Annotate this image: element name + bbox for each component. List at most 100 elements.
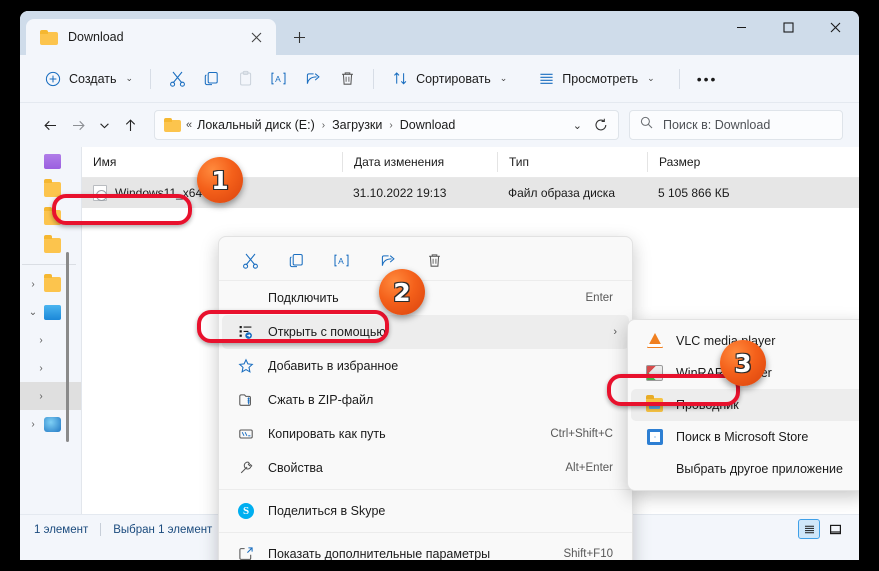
sidebar-item-network[interactable]: ›: [20, 410, 82, 438]
cut-icon[interactable]: [237, 248, 263, 274]
submenu-item-label: Выбрать другое приложение: [676, 462, 843, 476]
sidebar-item-this-pc[interactable]: ⌄: [20, 298, 82, 326]
menu-item-share-skype[interactable]: S Поделиться в Skype: [222, 494, 629, 528]
step-badge-3: 3: [720, 340, 766, 386]
menu-item-properties[interactable]: Свойства Alt+Enter: [222, 451, 629, 485]
close-button[interactable]: [812, 11, 859, 44]
submenu-item-choose-another-app[interactable]: Выбрать другое приложение: [631, 453, 859, 485]
recent-locations-button[interactable]: [92, 111, 116, 139]
file-type-cell: Файл образа диска: [508, 186, 615, 200]
menu-item-label: Открыть с помощью: [268, 325, 386, 339]
toolbar-divider-2: [373, 68, 375, 89]
sidebar-item-folder-3[interactable]: [20, 231, 82, 259]
column-header-date[interactable]: Дата изменения: [342, 152, 497, 172]
view-button[interactable]: Просмотреть ⌄: [529, 63, 662, 95]
sort-button-label: Сортировать: [416, 71, 491, 86]
address-bar: « Локальный диск (E:) › Загрузки › Downl…: [20, 103, 859, 147]
folder-icon: [44, 178, 61, 197]
sidebar-scrollbar[interactable]: [66, 252, 69, 442]
breadcrumb-overflow[interactable]: «: [186, 119, 192, 131]
sidebar-item-drive-1[interactable]: ›: [20, 326, 82, 354]
sidebar-item-folder-2[interactable]: [20, 203, 82, 231]
sidebar-item-folder-1[interactable]: [20, 175, 82, 203]
close-tab-icon[interactable]: [244, 25, 268, 49]
chevron-down-icon[interactable]: ⌄: [26, 307, 40, 318]
submenu-item-microsoft-store[interactable]: Поиск в Microsoft Store: [631, 421, 859, 453]
search-box[interactable]: Поиск в: Download: [629, 110, 843, 140]
submenu-item-label: Поиск в Microsoft Store: [676, 430, 809, 444]
rename-button[interactable]: A: [262, 63, 296, 95]
tab-download[interactable]: Download: [26, 19, 276, 55]
search-input[interactable]: Поиск в: Download: [663, 118, 770, 132]
new-tab-button[interactable]: [284, 22, 314, 52]
menu-item-label: Показать дополнительные параметры: [268, 547, 491, 560]
properties-icon: [238, 460, 260, 476]
breadcrumb-item-1[interactable]: Загрузки: [332, 118, 382, 132]
sort-button[interactable]: Сортировать ⌄: [383, 63, 515, 95]
breadcrumb-item-2[interactable]: Download: [400, 118, 456, 132]
svg-text:A: A: [338, 256, 344, 266]
skype-icon: S: [238, 503, 260, 519]
context-menu-divider-2: [219, 532, 632, 533]
copy-button[interactable]: [194, 63, 228, 95]
share-icon: [304, 70, 322, 88]
copy-icon[interactable]: [283, 248, 309, 274]
sidebar-item-folder-4[interactable]: ›: [20, 270, 82, 298]
scissors-icon: [168, 70, 186, 88]
ellipsis-icon: •••: [696, 70, 718, 87]
cut-button[interactable]: [160, 63, 194, 95]
chevron-right-icon[interactable]: ›: [34, 335, 48, 346]
file-explorer-window: Download Создать ⌄ A Сортировать ⌄ Просм…: [20, 11, 859, 560]
column-header-size[interactable]: Размер: [647, 152, 747, 172]
chevron-right-icon[interactable]: ›: [26, 279, 40, 290]
paste-button: [228, 63, 262, 95]
breadcrumb-bar[interactable]: « Локальный диск (E:) › Загрузки › Downl…: [154, 110, 619, 140]
maximize-button[interactable]: [765, 11, 812, 44]
chevron-right-icon[interactable]: ›: [34, 391, 48, 402]
forward-button[interactable]: [64, 111, 92, 139]
file-date-cell: 31.10.2022 19:13: [353, 186, 447, 200]
breadcrumb-separator: ›: [321, 119, 326, 131]
large-icons-view-button[interactable]: [825, 520, 845, 538]
onedrive-icon: [44, 153, 61, 169]
star-icon: [238, 358, 260, 374]
breadcrumb-item-0[interactable]: Локальный диск (E:): [197, 118, 315, 132]
menu-item-open-with[interactable]: Открыть с помощью ›: [222, 315, 629, 349]
tab-title: Download: [68, 30, 124, 44]
rename-icon[interactable]: A: [329, 248, 355, 274]
sidebar-item-drive-3-selected[interactable]: ›: [20, 382, 82, 410]
delete-icon[interactable]: [421, 248, 447, 274]
submenu-item-explorer[interactable]: Проводник: [631, 389, 859, 421]
new-button[interactable]: Создать ⌄: [36, 63, 141, 95]
chevron-right-icon[interactable]: ›: [34, 363, 48, 374]
delete-button[interactable]: [330, 63, 364, 95]
menu-item-shortcut: Alt+Enter: [565, 462, 613, 474]
menu-item-compress-zip[interactable]: Сжать в ZIP-файл: [222, 383, 629, 417]
submenu-item-label: Проводник: [676, 398, 739, 412]
more-options-button[interactable]: •••: [689, 63, 726, 95]
chevron-down-icon[interactable]: ⌄: [565, 119, 590, 132]
sidebar-item-drive-2[interactable]: ›: [20, 354, 82, 382]
menu-item-show-more-options[interactable]: Показать дополнительные параметры Shift+…: [222, 537, 629, 560]
minimize-button[interactable]: [718, 11, 765, 44]
menu-item-copy-as-path[interactable]: Копировать как путь Ctrl+Shift+C: [222, 417, 629, 451]
share-button[interactable]: [296, 63, 330, 95]
menu-item-mount[interactable]: Подключить Enter: [222, 281, 629, 315]
sidebar-item-onedrive[interactable]: [20, 147, 82, 175]
menu-item-label: Подключить: [268, 291, 339, 305]
chevron-right-icon[interactable]: ›: [26, 419, 40, 430]
selection-label: Выбран 1 элемент: [113, 523, 213, 536]
folder-icon: [164, 118, 181, 132]
chevron-right-icon: ›: [613, 326, 617, 338]
refresh-icon[interactable]: [590, 118, 612, 132]
menu-item-add-to-favorites[interactable]: Добавить в избранное: [222, 349, 629, 383]
context-menu: A Подключить Enter Открыть с помощью › Д…: [218, 236, 633, 560]
navigation-pane[interactable]: › ⌄ › › › ›: [20, 147, 82, 514]
plus-circle-icon: [44, 70, 62, 88]
details-view-button[interactable]: [798, 519, 820, 539]
step-badge-3-label: 3: [734, 348, 752, 378]
up-button[interactable]: [116, 111, 144, 139]
open-with-icon: [238, 324, 260, 340]
back-button[interactable]: [36, 111, 64, 139]
column-header-type[interactable]: Тип: [497, 152, 647, 172]
